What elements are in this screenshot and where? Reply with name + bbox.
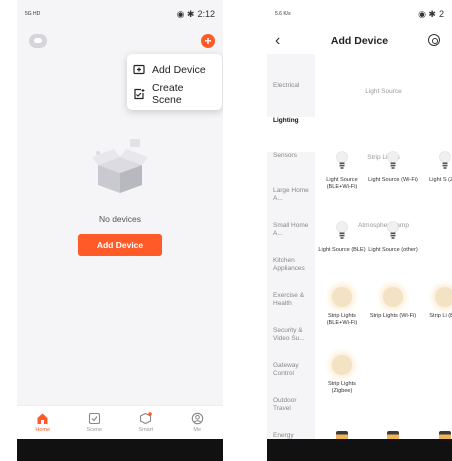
- status-bar: 5G HD ◉ ✱ 2:12: [17, 0, 223, 28]
- category-item[interactable]: Exercise & Health: [267, 292, 315, 327]
- bulb-icon: [381, 149, 405, 173]
- tab-scene[interactable]: Scene: [74, 412, 114, 433]
- menu-add-device[interactable]: Add Device: [133, 58, 216, 82]
- device-label: Strip Li (BLE: [429, 312, 452, 319]
- tab-me-label: Me: [193, 427, 202, 433]
- tab-scene-label: Scene: [86, 427, 103, 433]
- category-item[interactable]: Lighting: [267, 117, 315, 152]
- device-label: Light Source (Wi-Fi): [368, 176, 418, 183]
- menu-create-scene[interactable]: Create Scene: [133, 82, 216, 106]
- category-item[interactable]: Kitchen Appliances: [267, 257, 315, 292]
- home-screen: 5G HD ◉ ✱ 2:12 + No devices Add Device A…: [17, 0, 223, 461]
- device-label: Light S (Zigb: [429, 176, 452, 183]
- device-tile[interactable]: Light Source (BLE+Wi-Fi): [317, 149, 367, 191]
- status-bar: 5.6 K/s ◉ ✱ 2: [267, 0, 452, 28]
- category-item[interactable]: Electrical: [267, 82, 315, 117]
- device-tile[interactable]: Strip Lights (Zigbee): [317, 353, 367, 395]
- tab-me[interactable]: Me: [177, 412, 217, 433]
- home-icon: [37, 413, 48, 424]
- home-topbar: +: [17, 28, 223, 54]
- system-nav-bar: [267, 439, 452, 461]
- menu-create-scene-label: Create Scene: [151, 82, 184, 106]
- status-icons: ◉ ✱: [418, 8, 436, 19]
- device-label: Strip Lights (Zigbee): [328, 380, 356, 394]
- category-item[interactable]: Large Home A...: [267, 187, 315, 222]
- status-icons: ◉ ✱: [176, 8, 195, 19]
- strip-icon: [330, 285, 354, 309]
- smart-icon: [140, 412, 153, 425]
- add-device-screen: 5.6 K/s ◉ ✱ 2 ‹ Add Device Electrical Lig…: [267, 0, 452, 461]
- scene-icon: [88, 412, 100, 425]
- device-tile[interactable]: Light Source (Wi-Fi): [368, 149, 418, 184]
- strip-icon: [381, 285, 405, 309]
- strip-icon: [330, 353, 354, 377]
- add-plus-button[interactable]: +: [201, 34, 215, 48]
- carrier-indicator: 5G HD: [25, 11, 41, 17]
- device-tile[interactable]: Strip Lights (BLE+Wi-Fi): [317, 285, 367, 327]
- add-device-icon: [133, 64, 145, 75]
- no-devices-text: No devices: [98, 214, 142, 224]
- device-label: Light Source (BLE+Wi-Fi): [326, 176, 358, 190]
- empty-state: No devices Add Device: [17, 135, 223, 256]
- scan-icon[interactable]: [428, 34, 440, 46]
- create-scene-icon: [134, 88, 145, 100]
- bottom-tab-bar: Home Scene Smart Me: [17, 405, 223, 439]
- tab-smart-label: Smart: [138, 427, 154, 433]
- me-icon: [191, 412, 203, 425]
- category-item[interactable]: Security & Video Su...: [267, 327, 315, 362]
- category-item[interactable]: Outdoor Travel: [267, 397, 315, 432]
- clock: 2: [438, 9, 444, 19]
- device-tile[interactable]: Light Source (other): [368, 219, 418, 254]
- bulb-icon: [433, 149, 452, 173]
- category-item[interactable]: Small Home A...: [267, 222, 315, 257]
- tab-home-label: Home: [35, 427, 51, 433]
- clock: 2:12: [197, 9, 215, 19]
- add-device-button[interactable]: Add Device: [78, 234, 162, 256]
- page-title: Add Device: [330, 35, 389, 47]
- home-selector-avatar[interactable]: [29, 34, 47, 48]
- add-device-header: ‹ Add Device: [267, 28, 452, 54]
- add-popup-menu: Add Device Create Scene: [127, 54, 222, 110]
- bulb-icon: [330, 219, 354, 243]
- device-label: Light Source (other): [368, 246, 418, 253]
- device-label: Strip Lights (BLE+Wi-Fi): [326, 312, 358, 326]
- device-tile[interactable]: Strip Li (BLE: [420, 285, 452, 320]
- bulb-icon: [381, 219, 405, 243]
- tab-smart[interactable]: Smart: [126, 412, 166, 433]
- device-tile[interactable]: Light S (Zigb: [420, 149, 452, 184]
- section-header: Light Source: [365, 88, 402, 95]
- device-label: Strip Lights (Wi-Fi): [369, 312, 417, 319]
- device-tile[interactable]: Light Source (BLE): [317, 219, 367, 254]
- strip-icon: [433, 285, 452, 309]
- device-tile[interactable]: Strip Lights (Wi-Fi): [368, 285, 418, 320]
- system-nav-bar: [17, 439, 223, 461]
- category-list: Electrical Lighting Sensors Large Home A...…: [267, 54, 315, 461]
- category-item[interactable]: Sensors: [267, 152, 315, 187]
- network-speed: 5.6 K/s: [275, 11, 291, 17]
- category-item[interactable]: Gateway Control: [267, 362, 315, 397]
- device-grid: Light Source Strip Lights Atmosphere lamp L…: [315, 54, 452, 461]
- menu-add-device-label: Add Device: [152, 64, 206, 76]
- tab-home[interactable]: Home: [23, 412, 63, 433]
- device-label: Light Source (BLE): [318, 246, 366, 253]
- empty-box-icon: [92, 139, 148, 193]
- bulb-icon: [330, 149, 354, 173]
